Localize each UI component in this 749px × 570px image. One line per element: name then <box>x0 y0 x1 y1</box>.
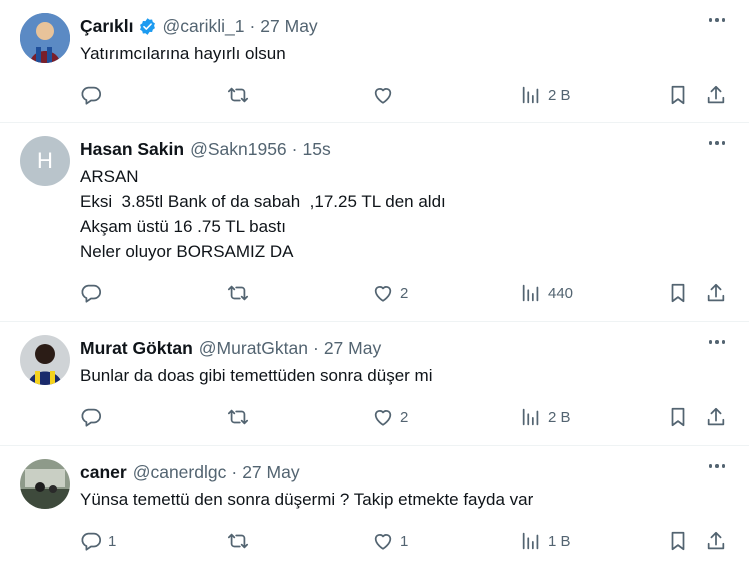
author-handle[interactable]: @canerdlgc <box>133 462 227 483</box>
author-handle[interactable]: @carikli_1 <box>163 16 245 37</box>
tweet-text: Yünsa temettü den sonra düşermi ? Takip … <box>80 490 534 509</box>
avatar[interactable] <box>20 13 70 63</box>
like-button[interactable]: 2 <box>372 406 408 428</box>
retweet-button[interactable] <box>227 282 255 304</box>
tweet-header: Çarıklı @carikli_1 · 27 May <box>80 13 733 39</box>
more-dots-icon[interactable] <box>708 464 725 468</box>
views-bar-icon <box>522 408 539 426</box>
tweet[interactable]: Murat Göktan @MuratGktan · 27 May Bunlar… <box>0 322 749 446</box>
author-name[interactable]: Çarıklı <box>80 16 134 37</box>
bookmark-button[interactable] <box>667 406 689 428</box>
heart-icon <box>374 88 392 104</box>
views-count: 2 B <box>548 408 571 426</box>
views-button[interactable]: 2 B <box>520 406 571 428</box>
separator-dot: · <box>231 461 238 482</box>
timeline-feed: Çarıklı @carikli_1 · 27 May Yatırımcılar… <box>0 0 749 569</box>
verified-badge-icon <box>138 17 157 36</box>
share-button[interactable] <box>705 406 727 428</box>
heart-icon <box>374 410 392 426</box>
tweet-actions: 1 1 1 B <box>80 520 733 570</box>
tweet-header: Murat Göktan @MuratGktan · 27 May <box>80 335 733 361</box>
author-name[interactable]: Murat Göktan <box>80 338 193 359</box>
tweet-timestamp[interactable]: 27 May <box>324 338 381 359</box>
tweet-header: caner @canerdlgc · 27 May <box>80 459 733 485</box>
views-bar-icon <box>522 86 539 104</box>
retweet-button[interactable] <box>227 530 255 552</box>
tweet-timestamp[interactable]: 27 May <box>242 462 299 483</box>
like-button[interactable] <box>372 84 400 106</box>
tweet-header: Hasan Sakin @Sakn1956 · 15s <box>80 136 733 162</box>
reply-count: 1 <box>108 532 117 550</box>
tweet-timestamp[interactable]: 15s <box>303 139 331 160</box>
views-bar-icon <box>522 532 539 550</box>
separator-dot: · <box>291 138 298 159</box>
reply-button[interactable] <box>80 84 108 106</box>
reply-icon <box>81 86 102 105</box>
share-button[interactable] <box>705 282 727 304</box>
bookmark-icon <box>671 531 685 551</box>
author-name[interactable]: Hasan Sakin <box>80 139 184 160</box>
separator-dot: · <box>249 15 256 36</box>
author-name[interactable]: caner <box>80 462 127 483</box>
like-button[interactable]: 1 <box>372 530 408 552</box>
avatar-letter: H <box>37 148 53 173</box>
views-button[interactable]: 2 B <box>520 84 571 106</box>
bookmark-icon <box>671 85 685 105</box>
share-icon <box>707 531 725 550</box>
retweet-icon <box>227 409 249 425</box>
reply-button[interactable]: 1 <box>80 530 116 552</box>
avatar[interactable] <box>20 459 70 509</box>
like-count: 2 <box>400 408 409 426</box>
author-handle[interactable]: @Sakn1956 <box>190 139 287 160</box>
share-icon <box>707 283 725 302</box>
reply-icon <box>81 284 102 303</box>
bookmark-icon <box>671 283 685 303</box>
bookmark-button[interactable] <box>667 530 689 552</box>
tweet[interactable]: H Hasan Sakin @Sakn1956 · 15s ARSAN Eksi… <box>0 123 749 322</box>
tweet-text: Bunlar da doas gibi temettüden sonra düş… <box>80 366 433 385</box>
tweet[interactable]: caner @canerdlgc · 27 May Yünsa temettü … <box>0 446 749 569</box>
more-dots-icon[interactable] <box>708 18 725 22</box>
share-button[interactable] <box>705 530 727 552</box>
author-handle[interactable]: @MuratGktan <box>199 338 308 359</box>
reply-button[interactable] <box>80 282 108 304</box>
share-icon <box>707 85 725 104</box>
views-bar-icon <box>522 284 539 302</box>
avatar[interactable]: H <box>20 136 70 186</box>
tweet-actions: 2 440 <box>80 272 733 322</box>
more-dots-icon[interactable] <box>708 340 725 344</box>
views-count: 440 <box>548 284 574 302</box>
reply-icon <box>81 532 102 551</box>
heart-icon <box>374 534 392 550</box>
tweet-actions: 2 B <box>80 74 733 124</box>
bookmark-button[interactable] <box>667 282 689 304</box>
like-count: 2 <box>400 284 409 302</box>
reply-icon <box>81 408 102 427</box>
reply-button[interactable] <box>80 406 108 428</box>
more-dots-icon[interactable] <box>708 141 725 145</box>
retweet-button[interactable] <box>227 406 255 428</box>
views-button[interactable]: 440 <box>520 282 573 304</box>
views-count: 2 B <box>548 86 571 104</box>
bookmark-icon <box>671 407 685 427</box>
tweet-text: ARSAN Eksi 3.85tl Bank of da sabah ,17.2… <box>80 167 446 261</box>
tweet-actions: 2 2 B <box>80 396 733 446</box>
views-button[interactable]: 1 B <box>520 530 571 552</box>
separator-dot: · <box>312 337 319 358</box>
retweet-icon <box>227 285 249 301</box>
tweet-timestamp[interactable]: 27 May <box>260 16 317 37</box>
share-icon <box>707 407 725 426</box>
like-count: 1 <box>400 532 409 550</box>
tweet[interactable]: Çarıklı @carikli_1 · 27 May Yatırımcılar… <box>0 0 749 123</box>
like-button[interactable]: 2 <box>372 282 408 304</box>
retweet-button[interactable] <box>227 84 255 106</box>
heart-icon <box>374 286 392 302</box>
share-button[interactable] <box>705 84 727 106</box>
retweet-icon <box>227 87 249 103</box>
views-count: 1 B <box>548 532 571 550</box>
retweet-icon <box>227 533 249 549</box>
avatar[interactable] <box>20 335 70 385</box>
tweet-text: Yatırımcılarına hayırlı olsun <box>80 44 286 63</box>
bookmark-button[interactable] <box>667 84 689 106</box>
